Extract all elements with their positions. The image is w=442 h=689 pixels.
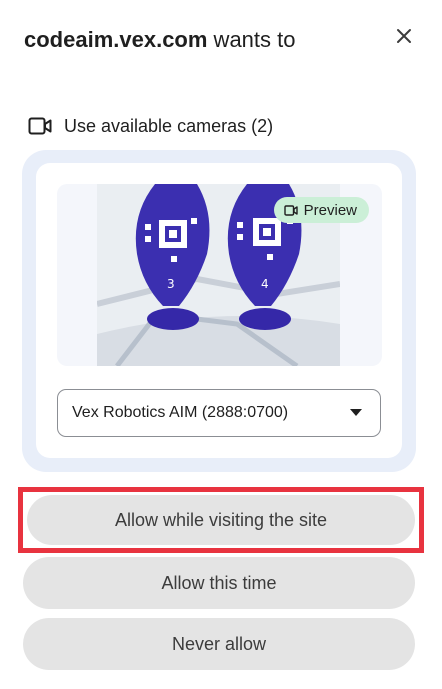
selected-device: Vex Robotics AIM (2888:0700): [72, 404, 289, 421]
camera-panel: 3 4 Preview Vex Robotics AIM (2888:0700): [22, 150, 416, 472]
preview-chip: Preview: [273, 197, 369, 223]
permission-row: Use available cameras (2): [28, 112, 273, 140]
never-allow-button[interactable]: Never allow: [23, 618, 415, 670]
camera-card: 3 4 Preview Vex Robotics AIM (2888:0700): [36, 163, 402, 458]
dropdown-arrow-icon: [350, 409, 362, 416]
title-suffix: wants to: [207, 27, 296, 52]
allow-this-time-button[interactable]: Allow this time: [23, 557, 415, 609]
svg-text:3: 3: [167, 277, 175, 291]
camera-preview: 3 4 Preview: [57, 184, 382, 366]
allow-while-visiting-button[interactable]: Allow while visiting the site: [27, 495, 415, 545]
permission-label: Use available cameras (2): [64, 115, 274, 136]
dialog-title: codeaim.vex.com wants to: [24, 24, 364, 56]
preview-label: Preview: [303, 201, 357, 219]
close-button[interactable]: [390, 24, 418, 48]
video-camera-icon: [283, 204, 298, 216]
video-camera-icon: [28, 117, 52, 135]
svg-text:4: 4: [261, 277, 269, 291]
camera-device-select[interactable]: Vex Robotics AIM (2888:0700): [57, 389, 381, 437]
close-icon: [397, 29, 411, 43]
site-origin: codeaim.vex.com: [24, 27, 208, 52]
